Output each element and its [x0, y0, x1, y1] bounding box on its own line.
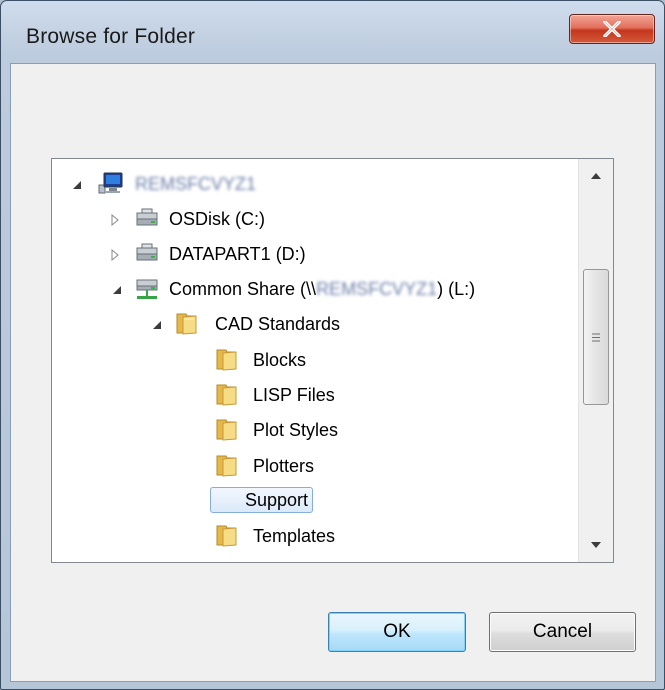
close-icon [603, 21, 621, 37]
tree-item-label: Plot Styles [253, 420, 339, 440]
tree-item-computer[interactable]: REMSFCVYZ1 [52, 169, 580, 199]
scroll-down-button[interactable] [579, 528, 613, 562]
tree-item-label: Plotters [253, 456, 315, 476]
ok-button[interactable]: OK [328, 612, 466, 652]
tree-item-osdisk[interactable]: OSDisk (C:) [52, 204, 580, 234]
collapsed-arrow-icon[interactable] [108, 213, 122, 227]
tree-item-label-selected: Support [210, 487, 314, 513]
window-title: Browse for Folder [26, 25, 196, 48]
share-label-host: REMSFCVYZ1 [316, 279, 438, 299]
tree-item-label: CAD Standards [215, 314, 341, 334]
tree-item-label: Templates [253, 526, 336, 546]
tree-item-label: REMSFCVYZ1 [135, 174, 257, 194]
drive-icon [134, 207, 160, 231]
tree-item-datapart1[interactable]: DATAPART1 (D:) [52, 239, 580, 269]
dialog-body: REMSFCVYZ1 OSDisk (C:) DATAPART1 (D:) Co… [10, 63, 656, 682]
folder-icon [214, 523, 240, 547]
computer-icon [98, 171, 124, 195]
tree-item-label: Blocks [253, 350, 307, 370]
scroll-up-button[interactable] [579, 159, 613, 193]
vertical-scrollbar[interactable] [578, 159, 613, 562]
tree-item-label: Common Share (\\REMSFCVYZ1) (L:) [164, 276, 480, 302]
tree-item-plotters[interactable]: Plotters [52, 451, 580, 481]
tree-item-lisp-files[interactable]: LISP Files [52, 380, 580, 410]
tree-item-label: OSDisk (C:) [169, 209, 265, 229]
tree-item-plot-styles[interactable]: Plot Styles [52, 415, 580, 445]
expanded-arrow-icon[interactable] [70, 178, 84, 192]
drive-icon [134, 242, 160, 266]
folder-tree[interactable]: REMSFCVYZ1 OSDisk (C:) DATAPART1 (D:) Co… [51, 158, 614, 563]
scroll-thumb[interactable] [583, 269, 609, 405]
share-label-suffix: ) (L:) [437, 279, 476, 299]
close-button[interactable] [569, 14, 655, 44]
title-bar[interactable]: Browse for Folder [1, 1, 664, 63]
arrow-up-icon [591, 173, 601, 179]
expanded-arrow-icon[interactable] [110, 283, 124, 297]
tree-item-templates[interactable]: Templates [52, 521, 580, 551]
tree-item-cad-standards[interactable]: CAD Standards [52, 309, 580, 339]
folder-icon [214, 347, 240, 371]
tree-item-label: LISP Files [253, 385, 335, 405]
tree-item-blocks[interactable]: Blocks [52, 345, 580, 375]
folder-icon [214, 453, 240, 477]
share-label-prefix: Common Share (\\ [169, 279, 317, 299]
folder-icon [214, 382, 240, 406]
network-drive-icon [134, 277, 160, 301]
tree-item-support[interactable]: Support [52, 486, 580, 516]
grip-icon [592, 333, 600, 341]
folder-open-icon [174, 311, 200, 335]
tree-item-common-share[interactable]: Common Share (\\REMSFCVYZ1) (L:) [52, 274, 580, 304]
browse-for-folder-dialog: Browse for Folder REMSFCVYZ1 OSDisk (C:)… [0, 0, 665, 690]
collapsed-arrow-icon[interactable] [108, 248, 122, 262]
arrow-down-icon [591, 542, 601, 548]
tree-item-label: DATAPART1 (D:) [169, 244, 306, 264]
folder-icon [214, 417, 240, 441]
cancel-button[interactable]: Cancel [489, 612, 636, 652]
expanded-arrow-icon[interactable] [150, 318, 164, 332]
